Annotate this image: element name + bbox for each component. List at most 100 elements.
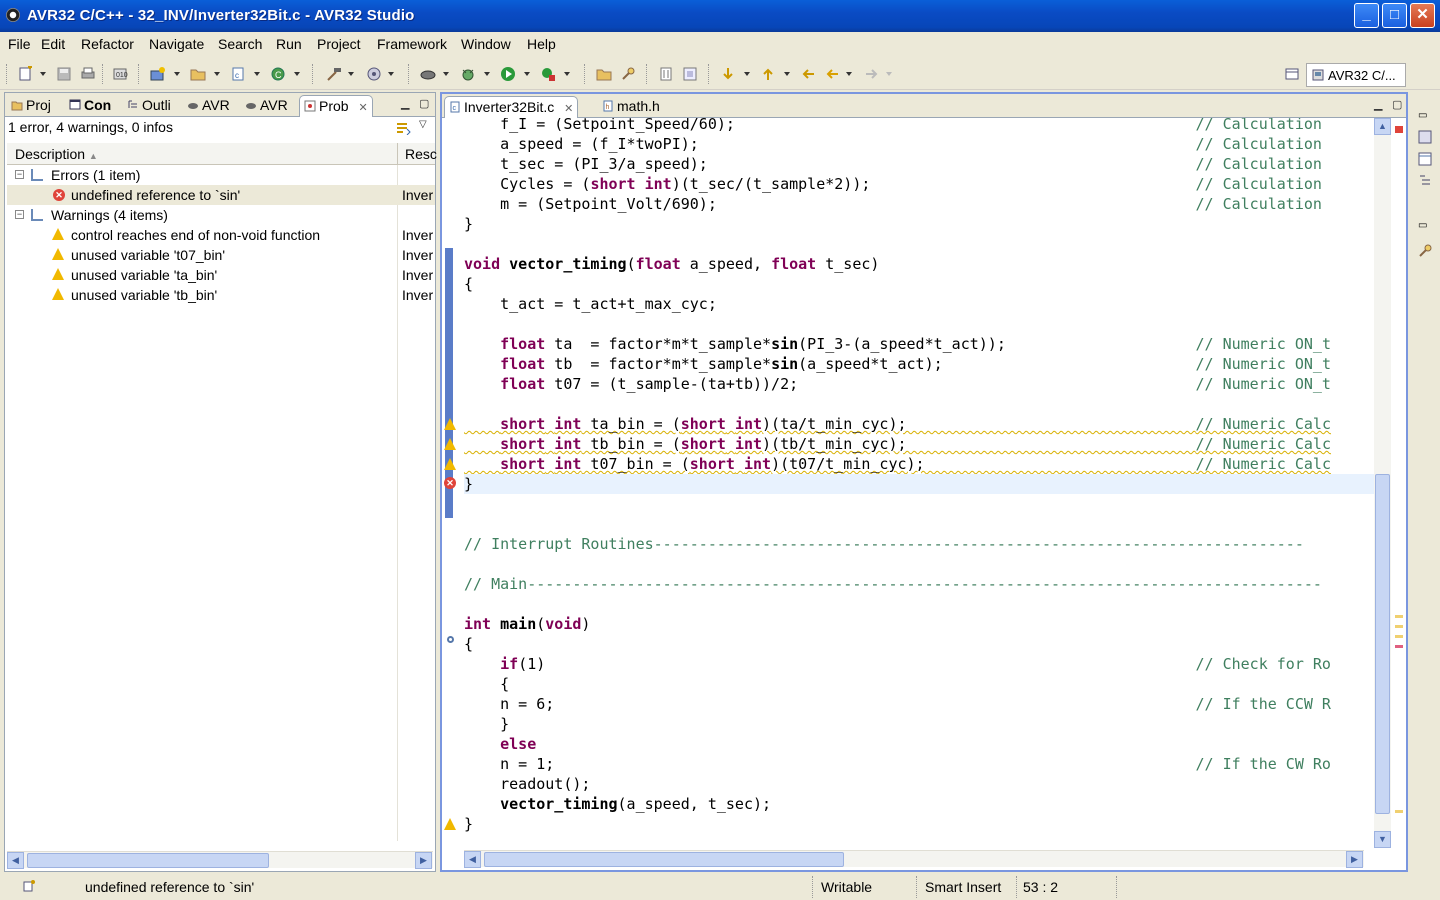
menu-navigate[interactable]: Navigate <box>149 36 204 52</box>
scroll-left-icon[interactable]: ◀ <box>464 851 481 868</box>
build-hammer-icon[interactable] <box>326 66 342 82</box>
save-icon[interactable] <box>56 66 72 82</box>
code-line[interactable]: short int ta_bin = (short int)(ta/t_min_… <box>464 414 1374 434</box>
collapse-icon[interactable]: − <box>15 210 24 219</box>
back-icon[interactable] <box>824 66 840 82</box>
code-line[interactable]: readout(); <box>464 774 1374 794</box>
close-tab-icon[interactable]: ✕ <box>564 103 573 115</box>
code-line[interactable]: } <box>464 714 1374 734</box>
menu-project[interactable]: Project <box>317 36 361 52</box>
previous-annotation-dropdown-icon[interactable] <box>784 72 790 76</box>
code-line[interactable]: t_sec = (PI_3/a_speed); // Calculation <box>464 154 1374 174</box>
warning-marker-icon[interactable] <box>444 438 456 450</box>
code-line[interactable] <box>464 594 1374 614</box>
external-tools-icon[interactable] <box>540 66 556 82</box>
code-line[interactable] <box>464 314 1374 334</box>
tab-outline[interactable]: Outli <box>123 95 175 117</box>
menu-edit[interactable]: Edit <box>41 36 65 52</box>
problem-row[interactable]: unused variable 't07_bin' Inver <box>7 245 435 265</box>
code-line[interactable]: f_I = (Setpoint_Speed/60); // Calculatio… <box>464 118 1374 134</box>
chip-dropdown-icon[interactable] <box>443 72 449 76</box>
horizontal-scrollbar[interactable]: ◀ ▶ <box>7 851 433 869</box>
tab-console[interactable]: Con <box>65 95 115 117</box>
back-dropdown-icon[interactable] <box>846 72 852 76</box>
code-line[interactable]: // Interrupt Routines-------------------… <box>464 534 1374 554</box>
scroll-right-icon[interactable]: ▶ <box>1346 851 1363 868</box>
column-resource[interactable]: Resc <box>405 146 437 162</box>
scroll-right-icon[interactable]: ▶ <box>415 852 432 869</box>
maximize-view-icon[interactable]: ▢ <box>419 97 429 110</box>
code-line[interactable]: short int t07_bin = (short int)(t07/t_mi… <box>464 454 1374 474</box>
new-project-icon[interactable] <box>150 66 166 82</box>
build-dropdown-icon[interactable] <box>348 72 354 76</box>
close-button[interactable]: ✕ <box>1410 3 1435 28</box>
hierarchy-view-icon[interactable] <box>1418 174 1432 188</box>
code-line[interactable] <box>464 394 1374 414</box>
new-folder-dropdown-icon[interactable] <box>214 72 220 76</box>
code-line[interactable]: float t07 = (t_sample-(ta+tb))/2; // Num… <box>464 374 1374 394</box>
tab-project-explorer[interactable]: Proj <box>7 95 55 117</box>
error-marker-icon[interactable]: ✕ <box>444 477 456 489</box>
code-line[interactable] <box>464 234 1374 254</box>
forward-icon[interactable] <box>864 66 880 82</box>
perspective-switcher[interactable]: AVR32 C/... <box>1306 63 1406 87</box>
next-annotation-icon[interactable] <box>720 66 736 82</box>
outline-view-icon[interactable] <box>1418 130 1432 144</box>
scroll-left-icon[interactable]: ◀ <box>7 852 24 869</box>
open-type-icon[interactable] <box>596 66 612 82</box>
code-line[interactable]: } <box>464 474 1374 494</box>
annotation-ruler[interactable]: ✕ <box>442 118 462 848</box>
code-line[interactable]: Cycles = (short int)(t_sec/(t_sample*2))… <box>464 174 1374 194</box>
new-source-dropdown-icon[interactable] <box>254 72 260 76</box>
menu-run[interactable]: Run <box>276 36 302 52</box>
menu-refactor[interactable]: Refactor <box>81 36 134 52</box>
menu-framework[interactable]: Framework <box>377 36 447 52</box>
code-editor[interactable]: f_I = (Setpoint_Speed/60); // Calculatio… <box>464 118 1374 848</box>
breakpoint-icon[interactable] <box>447 636 454 643</box>
tab-math-h[interactable]: h math.h <box>598 96 664 118</box>
code-line[interactable]: else <box>464 734 1374 754</box>
restore-icon[interactable]: ▭ <box>1418 110 1432 124</box>
close-tab-icon[interactable]: ✕ <box>358 102 367 114</box>
tab-problems[interactable]: Prob ✕ <box>299 95 373 117</box>
show-whitespace-icon[interactable] <box>682 66 698 82</box>
problem-row[interactable]: control reaches end of non-void function… <box>7 225 435 245</box>
code-line[interactable] <box>464 494 1374 514</box>
code-line[interactable]: m = (Setpoint_Volt/690); // Calculation <box>464 194 1374 214</box>
code-line[interactable]: vector_timing(a_speed, t_sec); <box>464 794 1374 814</box>
print-icon[interactable] <box>80 66 96 82</box>
menu-search[interactable]: Search <box>218 36 262 52</box>
problem-row[interactable]: unused variable 'tb_bin' Inver <box>7 285 435 305</box>
warning-overview-marker[interactable] <box>1395 635 1403 638</box>
search-view-icon[interactable] <box>1418 244 1432 258</box>
code-line[interactable]: n = 1; // If the CW Ro <box>464 754 1374 774</box>
new-project-dropdown-icon[interactable] <box>174 72 180 76</box>
scroll-up-icon[interactable]: ▲ <box>1374 118 1391 135</box>
task-view-icon[interactable] <box>1418 152 1432 166</box>
code-line[interactable]: int main(void) <box>464 614 1374 634</box>
scroll-thumb[interactable] <box>1375 474 1390 814</box>
problem-row[interactable]: ✕ undefined reference to `sin' Inver <box>7 185 435 205</box>
filter-icon[interactable] <box>395 121 411 135</box>
code-line[interactable]: { <box>464 634 1374 654</box>
overview-ruler[interactable] <box>1392 118 1406 848</box>
warning-marker-icon[interactable] <box>444 818 456 830</box>
scroll-thumb[interactable] <box>484 852 844 867</box>
search-icon[interactable] <box>620 66 636 82</box>
code-line[interactable]: float ta = factor*m*t_sample*sin(PI_3-(a… <box>464 334 1374 354</box>
new-source-file-icon[interactable]: c <box>230 66 246 82</box>
code-line[interactable]: a_speed = (f_I*twoPI); // Calculation <box>464 134 1374 154</box>
new-icon[interactable] <box>18 66 34 82</box>
new-class-dropdown-icon[interactable] <box>294 72 300 76</box>
menu-help[interactable]: Help <box>527 36 556 52</box>
code-line[interactable] <box>464 514 1374 534</box>
code-line[interactable]: float tb = factor*m*t_sample*sin(a_speed… <box>464 354 1374 374</box>
tab-avr-1[interactable]: AVR <box>183 95 234 117</box>
new-folder-icon[interactable] <box>190 66 206 82</box>
menu-file[interactable]: File <box>8 36 31 52</box>
vertical-scrollbar[interactable]: ▲ ▼ <box>1374 118 1391 848</box>
tab-inverter32bit-c[interactable]: c Inverter32Bit.c ✕ <box>444 96 579 118</box>
scroll-down-icon[interactable]: ▼ <box>1374 831 1391 848</box>
maximize-editor-icon[interactable]: ▢ <box>1392 98 1402 111</box>
code-line[interactable]: t_act = t_act+t_max_cyc; <box>464 294 1374 314</box>
